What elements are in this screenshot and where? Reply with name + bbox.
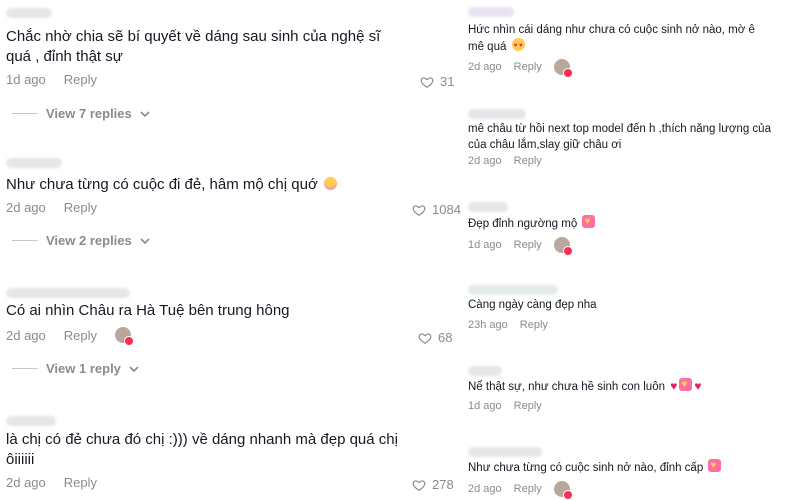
view-replies-label: View 1 reply xyxy=(46,361,121,376)
comment-text: Đẹp đỉnh ngường mộ xyxy=(468,214,768,232)
comment-text: Nể thật sự, như chưa hề sinh con luôn ♥ ♥ xyxy=(468,377,788,395)
comment-time: 2d ago xyxy=(468,61,502,73)
comment-text-content: Đẹp đỉnh ngường mộ xyxy=(468,218,578,230)
like-button[interactable]: 278 xyxy=(412,477,454,492)
username-blurred[interactable] xyxy=(468,366,502,376)
username-blurred[interactable] xyxy=(6,288,130,298)
comment-text: là chị có đẻ chưa đó chị :))) về dáng nh… xyxy=(6,431,398,468)
comment-text: Chắc nhờ chia sẽ bí quyết về dáng sau si… xyxy=(6,28,381,65)
comment-time: 1d ago xyxy=(468,239,502,251)
comment-meta: 2d ago Reply xyxy=(468,59,573,78)
like-count: 1084 xyxy=(432,202,461,217)
heart-eyes-icon xyxy=(511,38,525,54)
divider-line xyxy=(12,240,38,241)
comment-meta: 23h ago Reply xyxy=(468,319,548,331)
comment-meta: 1d ago Reply xyxy=(468,237,573,256)
comment-text-content: Như chưa từng có cuộc đi đẻ, hâm mộ chị … xyxy=(6,176,318,193)
comment-meta: 2d ago Reply xyxy=(468,481,573,500)
reply-button[interactable]: Reply xyxy=(514,155,542,167)
view-replies-button[interactable]: View 7 replies xyxy=(12,106,150,121)
comment-meta: 2d ago Reply xyxy=(6,200,97,215)
sparkling-hearts-icon xyxy=(708,458,722,474)
reply-button[interactable]: Reply xyxy=(514,483,542,495)
sparkling-hearts-icon xyxy=(582,214,596,230)
comment-time: 2d ago xyxy=(6,327,46,343)
chevron-down-icon xyxy=(129,365,139,372)
heart-icon xyxy=(412,479,426,491)
chevron-down-icon xyxy=(140,110,150,117)
chevron-down-icon xyxy=(140,237,150,244)
like-button[interactable]: 1084 xyxy=(412,202,461,217)
reply-button[interactable]: Reply xyxy=(64,72,97,87)
reply-button[interactable]: Reply xyxy=(64,328,97,343)
comment-time: 2d ago xyxy=(468,483,502,495)
like-count: 31 xyxy=(440,74,455,89)
heart-icon xyxy=(412,204,426,216)
comment-meta: 1d ago Reply xyxy=(6,72,97,87)
blush-face-icon xyxy=(323,177,337,190)
comment-time: 2d ago xyxy=(6,200,46,215)
comment-time: 2d ago xyxy=(6,475,46,490)
reply-button[interactable]: Reply xyxy=(514,400,542,412)
comment-text: Như chưa từng có cuộc sinh nở nào, đỉnh … xyxy=(468,458,788,476)
comment-text-content: Như chưa từng có cuộc sinh nở nào, đỉnh … xyxy=(468,462,704,474)
sparkling-hearts-icon xyxy=(679,377,693,393)
heart-emoji-icon: ♥ xyxy=(694,379,702,393)
comments-column-left: Chắc nhờ chia sẽ bí quyết về dáng sau si… xyxy=(0,0,461,500)
username-blurred[interactable] xyxy=(468,285,558,295)
comment-text: Càng ngày càng đẹp nha xyxy=(468,299,597,311)
like-button[interactable]: 31 xyxy=(420,74,454,89)
comment-meta: 2d ago Reply xyxy=(6,475,97,490)
reply-button[interactable]: Reply xyxy=(520,319,548,331)
divider-line xyxy=(12,113,38,114)
heart-icon xyxy=(420,76,434,88)
comment-time: 23h ago xyxy=(468,319,508,331)
comment-time: 1d ago xyxy=(468,400,502,412)
username-blurred[interactable] xyxy=(468,202,508,212)
username-blurred[interactable] xyxy=(468,7,514,17)
comment-text-content: Hức nhìn cái dáng như chưa có cuộc sinh … xyxy=(468,24,755,53)
creator-avatar[interactable] xyxy=(553,59,573,78)
comment-time: 1d ago xyxy=(6,72,46,87)
comment-meta: 2d ago Reply xyxy=(6,327,135,346)
heart-icon xyxy=(418,332,432,344)
view-replies-button[interactable]: View 1 reply xyxy=(12,361,139,376)
like-count: 68 xyxy=(438,330,453,345)
like-button[interactable]: 68 xyxy=(418,330,452,345)
comments-column-right: Hức nhìn cái dáng như chưa có cuộc sinh … xyxy=(460,0,800,500)
divider-line xyxy=(12,368,38,369)
creator-avatar[interactable] xyxy=(115,327,135,346)
username-blurred[interactable] xyxy=(468,109,526,119)
comment-time: 2d ago xyxy=(468,155,502,167)
comment-text: mê châu từ hồi next top model đến h ,thí… xyxy=(468,123,771,151)
view-replies-label: View 2 replies xyxy=(46,233,132,248)
comment-text: Có ai nhìn Châu ra Hà Tuệ bên trung hông xyxy=(6,302,290,319)
username-blurred[interactable] xyxy=(468,447,542,457)
comment-text: Như chưa từng có cuộc đi đẻ, hâm mộ chị … xyxy=(6,175,406,195)
username-blurred[interactable] xyxy=(6,8,52,18)
reply-button[interactable]: Reply xyxy=(64,475,97,490)
reply-button[interactable]: Reply xyxy=(64,200,97,215)
reply-button[interactable]: Reply xyxy=(514,239,542,251)
comment-meta: 2d ago Reply xyxy=(468,155,542,167)
comment-text: Hức nhìn cái dáng như chưa có cuộc sinh … xyxy=(468,22,768,55)
username-blurred[interactable] xyxy=(6,158,62,168)
creator-avatar[interactable] xyxy=(553,237,573,256)
like-count: 278 xyxy=(432,477,454,492)
creator-avatar[interactable] xyxy=(553,481,573,500)
comment-text-content: Nể thật sự, như chưa hề sinh con luôn xyxy=(468,381,665,393)
heart-emoji-icon: ♥ xyxy=(670,379,678,393)
username-blurred[interactable] xyxy=(6,416,56,426)
reply-button[interactable]: Reply xyxy=(514,61,542,73)
comment-meta: 1d ago Reply xyxy=(468,400,542,412)
view-replies-label: View 7 replies xyxy=(46,106,132,121)
view-replies-button[interactable]: View 2 replies xyxy=(12,233,150,248)
